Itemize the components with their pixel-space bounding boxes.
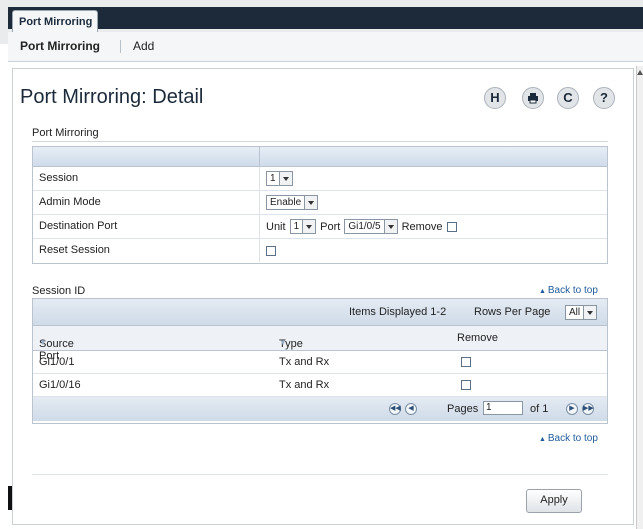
reset-session-label: Reset Session	[39, 244, 110, 256]
remove-row-checkbox[interactable]	[461, 357, 471, 367]
subnav-port-mirroring[interactable]: Port Mirroring	[20, 39, 100, 53]
scroll-up-icon[interactable]	[637, 70, 643, 75]
remove-destination-checkbox[interactable]	[446, 221, 457, 232]
chevron-down-icon	[302, 220, 316, 233]
back-to-top-link[interactable]: Back to top	[539, 285, 598, 296]
section-title-session-id: Session ID	[32, 285, 86, 297]
reset-session-checkbox[interactable]	[266, 245, 276, 256]
unit-label: Unit	[266, 220, 286, 233]
items-displayed: Items Displayed 1-2	[349, 306, 447, 318]
section-divider	[32, 141, 608, 142]
refresh-icon[interactable]: C	[557, 87, 579, 109]
table-toolbar: Items Displayed 1-2 Rows Per Page All	[33, 299, 607, 325]
type-cell: Tx and Rx	[279, 379, 330, 391]
footer-divider	[32, 474, 608, 475]
sub-navigation: Port Mirroring Add	[8, 32, 643, 62]
admin-mode-select[interactable]: Enable	[266, 195, 319, 210]
page-title: Port Mirroring: Detail	[20, 86, 204, 108]
row-destination-port: Destination Port Unit 1 Port Gi1/0/5 Rem…	[33, 215, 607, 239]
print-icon[interactable]	[522, 87, 544, 109]
help-icon[interactable]: ?	[593, 87, 615, 109]
remove-row-checkbox[interactable]	[461, 380, 471, 390]
port-mirroring-panel: Session 1 Admin Mode Enable Destination …	[32, 146, 608, 264]
table-row: Gi1/0/1 Tx and Rx	[33, 351, 607, 374]
rows-per-page-label: Rows Per Page	[474, 306, 551, 318]
tab-strip	[8, 7, 643, 29]
session-id-table: Items Displayed 1-2 Rows Per Page All So…	[32, 298, 608, 424]
previous-page-icon[interactable]: ◀	[405, 403, 417, 415]
chevron-down-icon	[278, 172, 292, 185]
page-count: of 1	[530, 403, 549, 415]
column-remove: Remove	[457, 332, 498, 344]
admin-mode-label: Admin Mode	[39, 196, 101, 208]
section-title-port-mirroring: Port Mirroring	[32, 127, 99, 139]
sort-icon: ▼	[279, 338, 287, 347]
first-page-icon[interactable]: ◀◀	[389, 403, 401, 415]
source-port-cell: Gi1/0/1	[39, 356, 75, 368]
apply-button[interactable]: Apply	[526, 489, 582, 513]
destination-port-label: Destination Port	[39, 220, 118, 232]
content-area	[12, 68, 634, 525]
row-admin-mode: Admin Mode Enable	[33, 191, 607, 215]
chevron-down-icon	[304, 196, 318, 209]
next-page-icon[interactable]: ▶	[566, 403, 578, 415]
vertical-scrollbar[interactable]	[636, 66, 643, 529]
panel-header	[33, 147, 607, 167]
chevron-down-icon	[383, 220, 397, 233]
tab-port-mirroring[interactable]: Port Mirroring	[12, 10, 98, 32]
session-label: Session	[39, 172, 79, 184]
table-row: Gi1/0/16 Tx and Rx	[33, 374, 607, 397]
source-port-cell: Gi1/0/16	[39, 379, 81, 391]
unit-select[interactable]: 1	[289, 219, 317, 234]
pages-label: Pages	[447, 403, 479, 415]
chevron-down-icon	[583, 306, 597, 319]
table-pager: ◀◀ ◀ Pages 1 of 1 ▶ ▶▶	[33, 397, 607, 421]
subnav-divider	[120, 40, 121, 53]
port-label: Port	[320, 220, 341, 233]
table-header: Source Port ▼ Type ▼ Remove	[33, 325, 607, 362]
remove-label: Remove	[401, 220, 443, 233]
type-cell: Tx and Rx	[279, 356, 330, 368]
port-select[interactable]: Gi1/0/5	[344, 219, 398, 234]
session-select[interactable]: 1	[266, 171, 293, 186]
row-session: Session 1	[33, 167, 607, 191]
page-number-input[interactable]: 1	[483, 401, 523, 415]
save-icon[interactable]: H	[484, 87, 506, 109]
back-to-top-link[interactable]: Back to top	[539, 433, 598, 444]
row-reset-session: Reset Session	[33, 239, 607, 262]
sort-icon: ▼	[39, 338, 47, 347]
resize-handle[interactable]	[8, 486, 12, 510]
last-page-icon[interactable]: ▶▶	[582, 403, 594, 415]
rows-per-page-select[interactable]: All	[565, 305, 598, 320]
subnav-add[interactable]: Add	[133, 39, 154, 53]
